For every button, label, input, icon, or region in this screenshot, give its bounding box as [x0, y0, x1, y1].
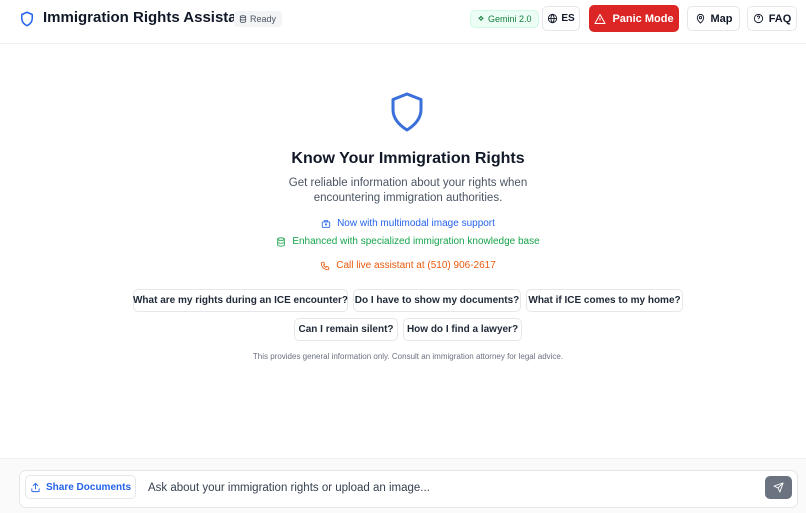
chat-input[interactable] [148, 478, 748, 498]
language-toggle-button[interactable]: ES [542, 6, 580, 31]
feature-live-assistant-text[interactable]: Call live assistant at (510) 906-2617 [336, 260, 496, 271]
feature-knowledge-base: Enhanced with specialized immigration kn… [0, 236, 806, 247]
feature-multimodal: Now with multimodal image support [0, 218, 806, 229]
spark-icon [477, 15, 485, 23]
database-icon [276, 236, 286, 247]
globe-icon [547, 13, 558, 24]
faq-label: FAQ [768, 12, 792, 25]
feature-knowledge-base-text: Enhanced with specialized immigration kn… [292, 236, 540, 247]
map-button[interactable]: Map [687, 6, 740, 31]
top-bar: Immigration Rights Assistant Ready Gemin… [0, 0, 806, 44]
panic-mode-button[interactable]: Panic Mode [589, 5, 679, 32]
shield-icon [18, 10, 36, 28]
map-pin-icon [695, 13, 706, 24]
send-button[interactable] [765, 476, 792, 499]
status-badge: Ready [234, 11, 283, 27]
send-icon [773, 482, 784, 493]
page-subtitle: Get reliable information about your righ… [288, 177, 528, 204]
page-title: Know Your Immigration Rights [291, 150, 525, 167]
help-circle-icon [753, 13, 764, 24]
suggestion-chip[interactable]: What if ICE comes to my home? [526, 289, 683, 312]
upload-icon [30, 482, 41, 493]
legal-disclaimer: This provides general information only. … [252, 352, 564, 361]
app-title: Immigration Rights Assistant [43, 9, 251, 26]
suggestion-chip[interactable]: What are my rights during an ICE encount… [133, 289, 348, 312]
database-icon [239, 15, 247, 23]
share-documents-label: Share Documents [45, 481, 132, 493]
faq-button[interactable]: FAQ [747, 6, 797, 31]
panic-mode-label: Panic Mode [612, 12, 674, 25]
shield-icon [389, 92, 425, 132]
suggestion-chip[interactable]: How do I find a lawyer? [403, 318, 522, 341]
image-icon [321, 219, 331, 229]
phone-icon [320, 261, 330, 271]
suggestion-chip[interactable]: Can I remain silent? [294, 318, 398, 341]
model-badge: Gemini 2.0 [470, 10, 539, 28]
warning-icon [594, 13, 606, 25]
map-label: Map [710, 12, 733, 25]
model-badge-label: Gemini 2.0 [488, 14, 532, 24]
share-documents-button[interactable]: Share Documents [25, 475, 136, 499]
suggestion-chip[interactable]: Do I have to show my documents? [353, 289, 521, 312]
status-badge-label: Ready [250, 14, 277, 24]
feature-live-assistant: Call live assistant at (510) 906-2617 [0, 260, 806, 271]
language-label: ES [561, 13, 575, 24]
feature-multimodal-text: Now with multimodal image support [337, 218, 495, 229]
